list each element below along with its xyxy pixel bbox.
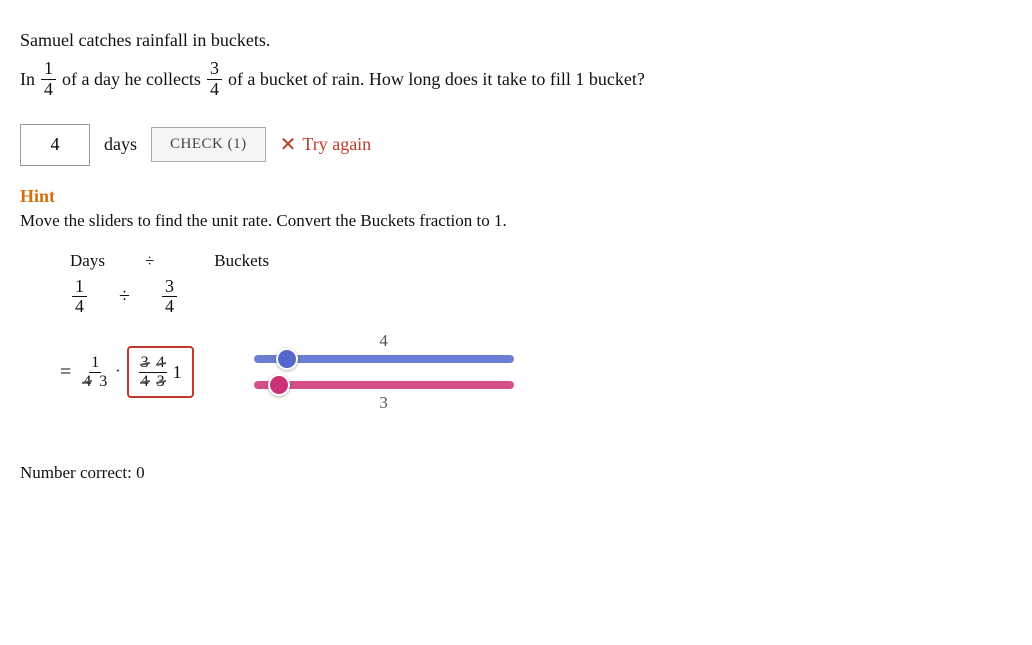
hint-text: Move the sliders to find the unit rate. … — [20, 211, 1012, 231]
answer-row: days CHECK (1) ✕ Try again — [20, 124, 1012, 166]
slider-pink-track-container — [254, 381, 514, 389]
try-again-text: Try again — [302, 134, 371, 155]
diag-frac2: 3 4 — [162, 277, 177, 318]
diagram-area: Days ÷ Buckets 1 4 ÷ 3 4 = 1 4 — [20, 251, 1012, 414]
middle-text: of a day he collects — [62, 69, 201, 90]
slider-blue-top-label: 4 — [254, 331, 514, 351]
eq-result: 1 — [173, 362, 182, 383]
slider-blue-thumb[interactable] — [276, 348, 298, 370]
slider-pink-thumb[interactable] — [268, 374, 290, 396]
sliders-container: 4 3 — [254, 331, 514, 413]
slider-pink-bottom-label: 3 — [254, 393, 514, 413]
problem-statement: In 1 4 of a day he collects 3 4 of a buc… — [20, 59, 1012, 100]
diagram-header: Days ÷ Buckets — [70, 251, 1012, 271]
strikethrough-3b: 3 — [157, 373, 165, 391]
diag-frac1: 1 4 — [72, 277, 87, 318]
divider-header: ÷ — [145, 251, 154, 271]
try-again: ✕ Try again — [280, 132, 372, 157]
fraction-3-4: 3 4 — [207, 59, 222, 100]
strikethrough-4b: 4 — [157, 354, 165, 372]
eq-frac2: 3 4 4 3 — [139, 354, 167, 390]
strikethrough-4c: 4 — [141, 373, 149, 391]
slider-blue-track-container — [254, 355, 514, 363]
boxed-fraction: 3 4 4 3 1 — [127, 346, 194, 398]
days-header: Days — [70, 251, 105, 271]
check-button[interactable]: CHECK (1) — [151, 127, 266, 162]
answer-input[interactable] — [20, 124, 90, 166]
diagram-equation: = 1 4 3 · 3 — [60, 346, 194, 398]
in-text: In — [20, 69, 35, 90]
days-label: days — [104, 134, 137, 155]
eq-frac1: 1 4 3 — [81, 354, 109, 390]
diagram-fractions: 1 4 ÷ 3 4 — [70, 277, 1012, 318]
slider-blue-track[interactable] — [254, 355, 514, 363]
hint-section: Hint Move the sliders to find the unit r… — [20, 186, 1012, 231]
x-icon: ✕ — [280, 132, 297, 157]
strikethrough-4a: 4 — [83, 373, 91, 391]
strikethrough-3a: 3 — [141, 354, 149, 372]
problem-title: Samuel catches rainfall in buckets. — [20, 30, 1012, 51]
slider-pink-track[interactable] — [254, 381, 514, 389]
diag-divider: ÷ — [119, 285, 130, 308]
slider-pink-row: 3 — [254, 381, 514, 413]
slider-blue-row: 4 — [254, 331, 514, 363]
fraction-1-4: 1 4 — [41, 59, 56, 100]
hint-title: Hint — [20, 186, 1012, 207]
after-text: of a bucket of rain. How long does it ta… — [228, 69, 645, 90]
number-correct: Number correct: 0 — [20, 463, 1012, 483]
dot-1: · — [115, 363, 120, 381]
buckets-header: Buckets — [214, 251, 269, 271]
equals-symbol: = — [60, 361, 71, 384]
